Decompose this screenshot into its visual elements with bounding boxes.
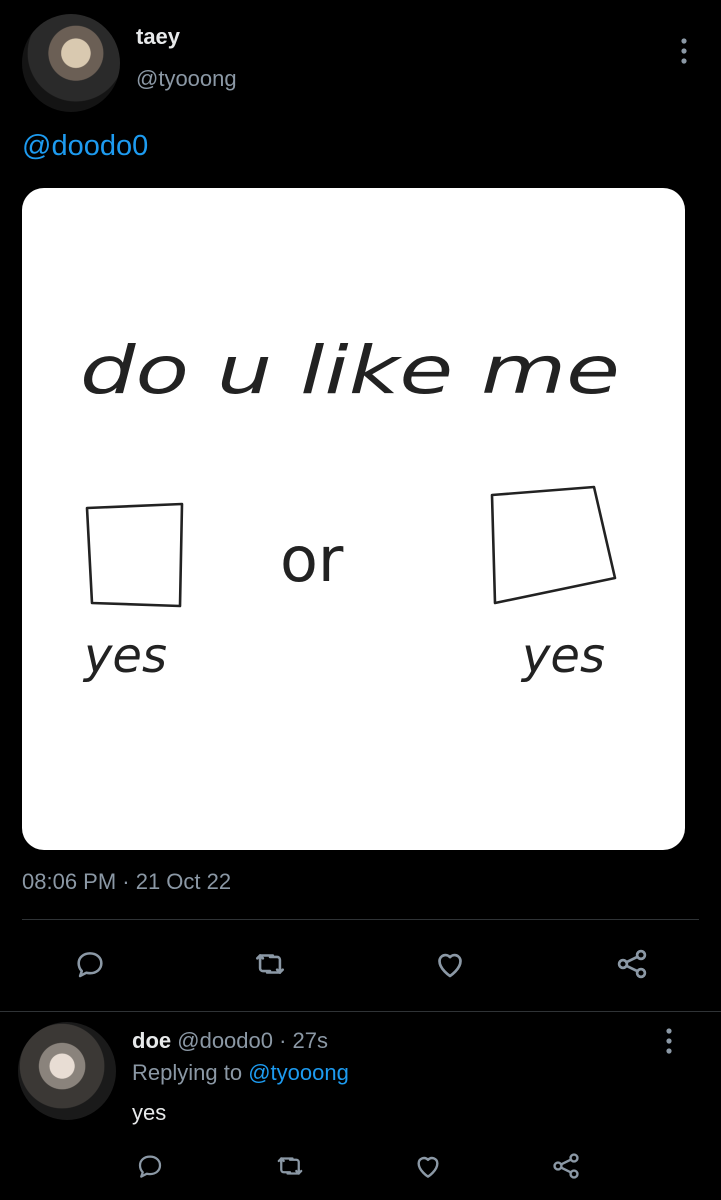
reply-display-name[interactable]: doe <box>132 1028 171 1053</box>
action-bar <box>0 940 721 990</box>
tweet-image[interactable]: do u like me or yes yes <box>22 188 685 850</box>
replying-prefix: Replying to <box>132 1060 243 1085</box>
image-text-yes-right: yes <box>520 628 605 684</box>
reply-icon[interactable] <box>68 942 112 986</box>
tweet-text[interactable]: @doodo0 <box>22 130 148 163</box>
replying-to-link[interactable]: @tyooong <box>248 1060 349 1085</box>
tweet-header: taey @tyooong <box>22 14 700 114</box>
checkbox-right <box>490 485 617 605</box>
retweet-icon[interactable] <box>268 1144 312 1188</box>
image-text-yes-left: yes <box>82 628 167 684</box>
avatar[interactable] <box>18 1022 116 1120</box>
replying-to: Replying to @tyooong <box>132 1060 349 1086</box>
avatar[interactable] <box>22 14 120 112</box>
more-options-icon[interactable] <box>661 1026 677 1056</box>
image-text-or: or <box>280 523 344 596</box>
retweet-icon[interactable] <box>248 942 292 986</box>
checkbox-left <box>85 502 184 608</box>
reply-handle-time[interactable]: @doodo0 · 27s <box>177 1028 328 1053</box>
image-text-question: do u like me <box>80 332 620 409</box>
timestamp[interactable]: 08:06 PM · 21 Oct 22 <box>22 869 231 895</box>
share-icon[interactable] <box>544 1144 588 1188</box>
reply-icon[interactable] <box>128 1144 172 1188</box>
reply-text: yes <box>132 1100 167 1125</box>
handle[interactable]: @tyooong <box>136 66 237 92</box>
like-icon[interactable] <box>428 942 472 986</box>
reply-header: doe @doodo0 · 27s <box>132 1028 328 1054</box>
display-name[interactable]: taey <box>136 24 180 50</box>
like-icon[interactable] <box>406 1144 450 1188</box>
share-icon[interactable] <box>610 942 654 986</box>
reply-tweet[interactable]: doe @doodo0 · 27s Replying to @tyooong y… <box>0 1012 721 1200</box>
more-options-icon[interactable] <box>676 36 692 66</box>
divider <box>22 919 699 920</box>
